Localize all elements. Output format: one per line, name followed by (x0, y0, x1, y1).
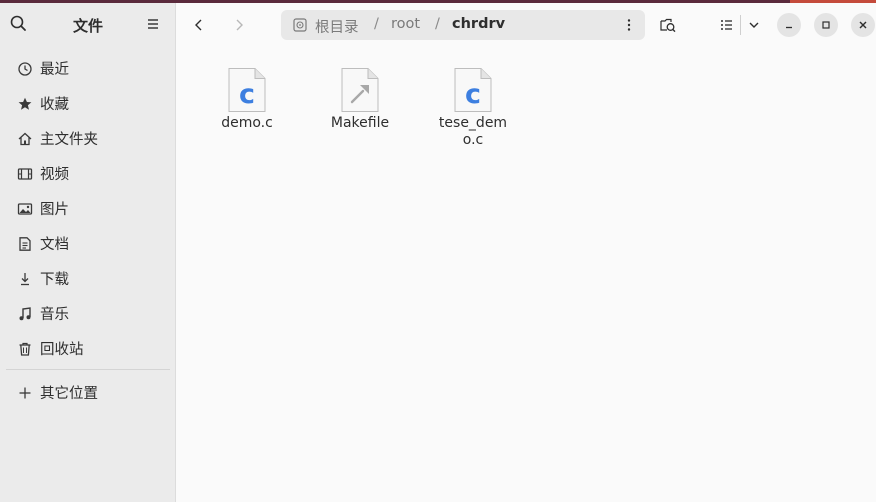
file-name: Makefile (330, 115, 390, 131)
path-bar[interactable]: 根目录 / root / chrdrv (281, 10, 645, 40)
video-icon (16, 165, 34, 183)
close-button[interactable] (851, 13, 875, 37)
path-segment-root[interactable]: root (391, 16, 420, 32)
hamburger-menu-icon[interactable] (142, 13, 164, 35)
sidebar-header: 文件 (0, 3, 175, 47)
sidebar-item-label: 其它位置 (40, 386, 98, 402)
svg-text:c: c (239, 79, 255, 110)
document-icon (16, 235, 34, 253)
chevron-left-icon (195, 19, 202, 31)
minimize-icon (786, 26, 792, 29)
view-list-button[interactable] (713, 11, 741, 39)
trash-icon (16, 340, 34, 358)
music-icon (16, 305, 34, 323)
sidebar-item-starred[interactable]: 收藏 (6, 86, 170, 121)
sidebar-item-other-locations[interactable]: 其它位置 (6, 375, 170, 410)
sidebar-item-videos[interactable]: 视频 (6, 156, 170, 191)
sidebar-separator (6, 369, 170, 370)
download-icon (16, 270, 34, 288)
svg-text:c: c (465, 79, 481, 110)
home-icon (16, 130, 34, 148)
file-item-tese-demo-c[interactable]: c tese_demo.c (423, 65, 523, 149)
sidebar-item-label: 视频 (40, 167, 69, 183)
search-folder-icon (660, 18, 676, 33)
sidebar-item-label: 最近 (40, 62, 69, 78)
path-segment-root-dir[interactable]: 根目录 (315, 16, 359, 37)
sidebar-item-label: 文档 (40, 237, 69, 253)
maximize-button[interactable] (814, 13, 838, 37)
list-view-icon (721, 20, 732, 30)
minimize-button[interactable] (777, 13, 801, 37)
file-item-demo-c[interactable]: c demo.c (197, 65, 297, 132)
forward-button[interactable] (225, 11, 253, 39)
sidebar-item-documents[interactable]: 文档 (6, 226, 170, 261)
sidebar-item-home[interactable]: 主文件夹 (6, 121, 170, 156)
sidebar-item-label: 主文件夹 (40, 132, 98, 148)
sidebar-other-locations-group: 其它位置 (6, 375, 170, 410)
maximize-icon (822, 21, 830, 29)
c-source-file-icon: c (227, 67, 267, 113)
sidebar-item-music[interactable]: 音乐 (6, 296, 170, 331)
sidebar-places: 最近 收藏 主文件夹 视频 图片 文档 下载 音乐 回收站 (6, 51, 170, 366)
search-files-button[interactable] (654, 11, 682, 39)
c-source-file-icon: c (453, 67, 493, 113)
file-item-makefile[interactable]: Makefile (310, 65, 410, 132)
image-icon (16, 200, 34, 218)
path-segment-current[interactable]: chrdrv (452, 16, 505, 32)
sidebar-item-trash[interactable]: 回收站 (6, 331, 170, 366)
file-name: tese_demo.c (438, 115, 508, 148)
sidebar-item-label: 图片 (40, 202, 69, 218)
file-name: demo.c (221, 115, 273, 131)
sidebar: 文件 最近 收藏 主文件夹 视频 图片 文档 下载 音乐 回收站 其它位置 (0, 3, 176, 502)
back-button[interactable] (185, 11, 213, 39)
sidebar-item-pictures[interactable]: 图片 (6, 191, 170, 226)
sidebar-item-downloads[interactable]: 下载 (6, 261, 170, 296)
chevron-down-icon (749, 22, 759, 28)
recent-icon (16, 60, 34, 78)
chevron-right-icon (236, 19, 243, 31)
path-menu-icon[interactable] (621, 17, 637, 33)
star-icon (16, 95, 34, 113)
sidebar-item-label: 下载 (40, 272, 69, 288)
sidebar-item-recent[interactable]: 最近 (6, 51, 170, 86)
path-separator: / (374, 16, 379, 32)
view-options-button[interactable] (740, 11, 768, 39)
file-view: c demo.c Makefile c tese_demo.c (177, 47, 876, 502)
sidebar-item-label: 音乐 (40, 307, 69, 323)
disk-icon (293, 18, 307, 32)
path-separator: / (435, 16, 440, 32)
plus-icon (16, 384, 34, 402)
header-bar: 根目录 / root / chrdrv (177, 3, 876, 47)
makefile-file-icon (340, 67, 380, 113)
close-icon (859, 21, 867, 29)
sidebar-item-label: 回收站 (40, 342, 84, 358)
sidebar-item-label: 收藏 (40, 97, 69, 113)
